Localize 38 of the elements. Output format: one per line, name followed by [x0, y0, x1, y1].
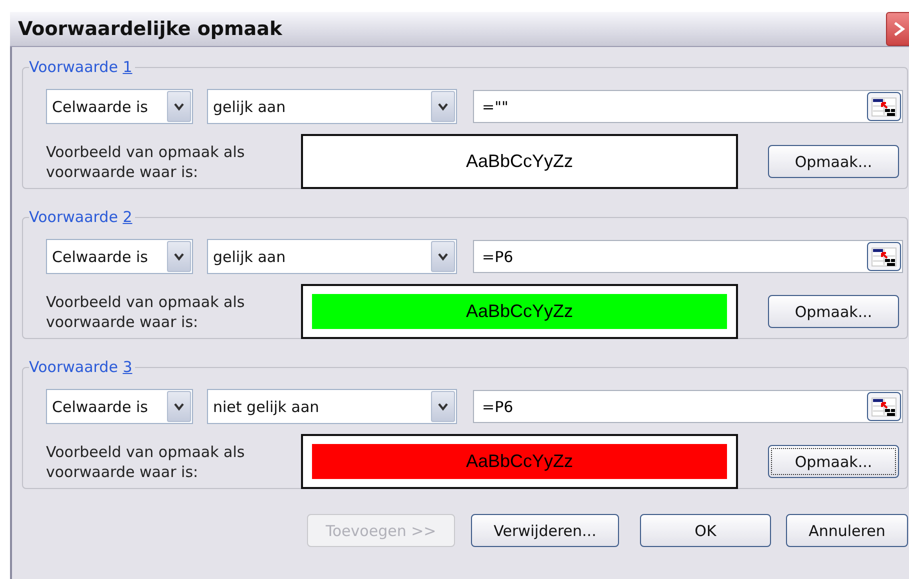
cell-range-icon — [871, 96, 897, 116]
group-title: Voorwaarde 2 — [29, 208, 136, 226]
preview-label: Voorbeeld van opmaak als voorwaarde waar is: — [46, 292, 246, 332]
window-title: Voorwaardelijke opmaak — [18, 18, 282, 40]
dropdown[interactable]: niet gelijk aan — [207, 389, 457, 424]
chevron-down-icon — [437, 102, 449, 112]
dropdown[interactable]: Celwaarde is — [46, 89, 193, 124]
preview-sample: AaBbCcYyZz — [312, 444, 727, 479]
formula-field[interactable]: ="" — [473, 90, 903, 123]
range-picker-button[interactable] — [867, 92, 901, 121]
dropdown[interactable]: gelijk aan — [207, 89, 457, 124]
format-button[interactable]: Opmaak... — [768, 445, 899, 478]
cancel-button[interactable]: Annuleren — [786, 514, 908, 547]
chevron-down-icon — [173, 402, 185, 412]
range-picker-button[interactable] — [867, 392, 901, 421]
chevron-down-icon — [173, 102, 185, 112]
ok-button[interactable]: OK — [640, 514, 771, 547]
cell-range-icon — [871, 246, 897, 266]
preview-label: Voorbeeld van opmaak als voorwaarde waar is: — [46, 442, 246, 482]
chevron-down-icon — [173, 252, 185, 262]
range-picker-button[interactable] — [867, 242, 901, 271]
group-title: Voorwaarde 3 — [29, 358, 136, 376]
dropdown[interactable]: Celwaarde is — [46, 389, 193, 424]
chevron-down-icon — [437, 252, 449, 262]
close-button[interactable] — [886, 12, 909, 46]
formula-field[interactable]: =P6 — [473, 390, 903, 423]
format-button[interactable]: Opmaak... — [768, 145, 899, 178]
formula-field[interactable]: =P6 — [473, 240, 903, 273]
preview-label: Voorbeeld van opmaak als voorwaarde waar is: — [46, 142, 246, 182]
preview-sample: AaBbCcYyZz — [312, 294, 727, 329]
dropdown[interactable]: gelijk aan — [207, 239, 457, 274]
delete-button[interactable]: Verwijderen... — [471, 514, 619, 547]
format-button[interactable]: Opmaak... — [768, 295, 899, 328]
group-title: Voorwaarde 1 — [29, 58, 136, 76]
chevron-down-icon — [437, 402, 449, 412]
cell-range-icon — [871, 396, 897, 416]
close-icon — [892, 21, 906, 37]
dropdown[interactable]: Celwaarde is — [46, 239, 193, 274]
